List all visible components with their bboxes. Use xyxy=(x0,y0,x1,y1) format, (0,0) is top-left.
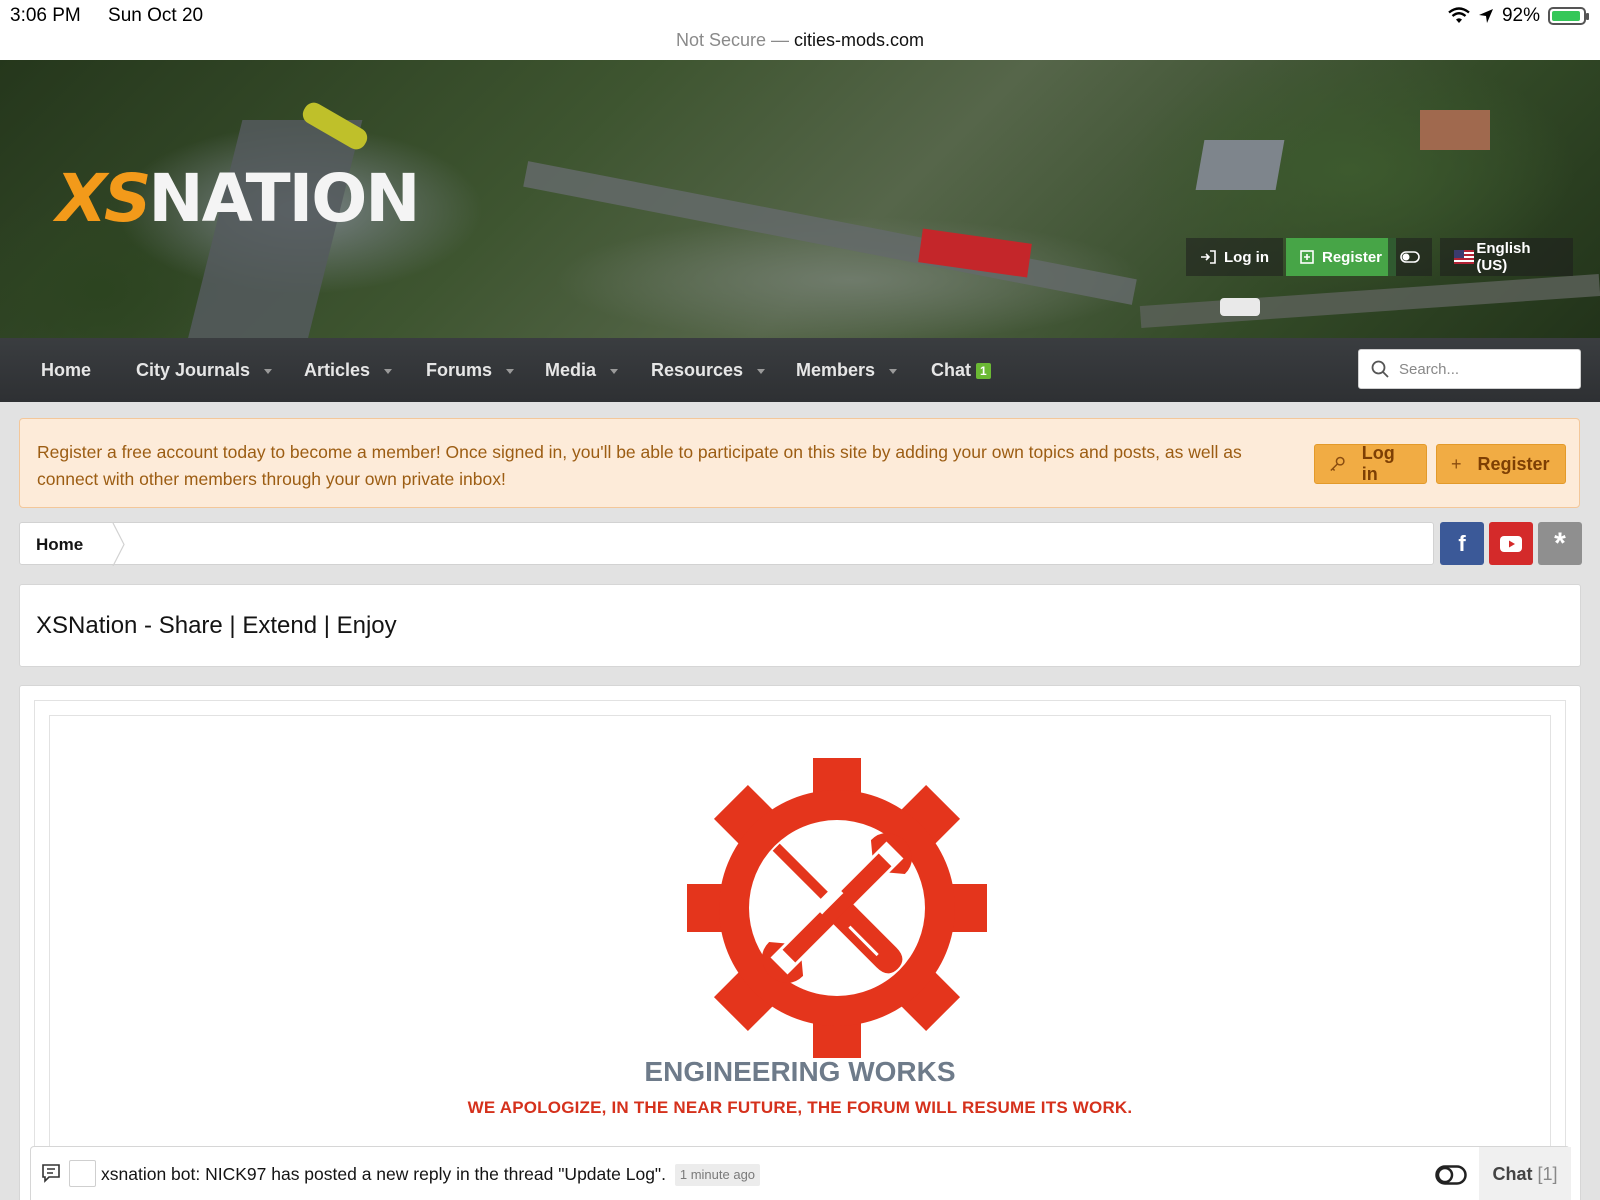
chevron-down-icon[interactable] xyxy=(757,368,766,374)
chevron-down-icon[interactable] xyxy=(889,368,898,374)
toggle-icon[interactable] xyxy=(1435,1165,1467,1185)
header-login-button[interactable]: Log in xyxy=(1186,238,1283,276)
chat-bubble-icon[interactable] xyxy=(41,1163,61,1183)
main-content: ENGINEERING WORKS WE APOLOGIZE, IN THE N… xyxy=(19,685,1581,1200)
login-arrow-icon xyxy=(1201,250,1216,264)
status-indicators: 92% xyxy=(1448,5,1589,27)
nav-articles-label: Articles xyxy=(304,360,371,380)
wifi-icon xyxy=(1448,7,1470,23)
nav-chat[interactable]: Chat 1 xyxy=(931,338,991,402)
breadcrumb-separator xyxy=(112,523,125,566)
nav-city-journals[interactable]: City Journals xyxy=(136,338,273,402)
battery-icon xyxy=(1548,7,1589,25)
nav-media-label: Media xyxy=(545,360,597,380)
status-date: Sun Oct 20 xyxy=(108,5,204,26)
nav-forums[interactable]: Forums xyxy=(426,338,515,402)
search-input[interactable] xyxy=(1399,360,1569,378)
nav-media[interactable]: Media xyxy=(545,338,619,402)
nav-city-journals-label: City Journals xyxy=(136,360,251,380)
language-chooser[interactable]: English (US) xyxy=(1440,238,1573,276)
nav-resources-label: Resources xyxy=(651,360,744,380)
facebook-icon: f xyxy=(1458,530,1466,556)
notice-register-label: Register xyxy=(1477,453,1550,474)
gear-tools-icon xyxy=(687,758,987,1058)
nav-members[interactable]: Members xyxy=(796,338,898,402)
youtube-icon xyxy=(1500,535,1522,552)
logo-name: NATION xyxy=(148,160,420,237)
nav-chat-label: Chat xyxy=(931,360,971,380)
plus-square-icon xyxy=(1300,250,1314,264)
page-header: XSNation - Share | Extend | Enjoy xyxy=(19,584,1581,667)
status-time-date: 3:06 PM Sun Oct 20 xyxy=(10,5,225,27)
main-nav: Home City Journals Articles Forums Media… xyxy=(0,338,1600,402)
chevron-down-icon[interactable] xyxy=(506,368,515,374)
search-icon xyxy=(1371,360,1389,378)
chat-count-badge: 1 xyxy=(976,363,991,380)
content-frame: ENGINEERING WORKS WE APOLOGIZE, IN THE N… xyxy=(34,700,1566,1200)
nav-members-label: Members xyxy=(796,360,876,380)
chat-label: Chat xyxy=(1492,1164,1533,1184)
us-flag-icon xyxy=(1454,250,1475,264)
breadcrumb-home[interactable]: Home xyxy=(36,523,83,566)
page-title: XSNation - Share | Extend | Enjoy xyxy=(36,612,397,639)
logo-prefix: XS xyxy=(56,160,151,237)
chat-timestamp: 1 minute ago xyxy=(674,1164,761,1187)
chat-message-text: xsnation bot: NICK97 has posted a new re… xyxy=(101,1164,666,1184)
plus-icon: + xyxy=(1451,453,1462,474)
site-logo[interactable]: XSNATION xyxy=(56,160,421,237)
chat-message[interactable]: xsnation bot: NICK97 has posted a new re… xyxy=(101,1147,761,1200)
register-notice: Register a free account today to become … xyxy=(19,418,1580,508)
notice-text: Register a free account today to become … xyxy=(37,442,1242,489)
youtube-button[interactable] xyxy=(1489,522,1533,565)
key-icon xyxy=(1330,456,1345,472)
url-host: cities-mods.com xyxy=(794,30,925,50)
breadcrumb: Home xyxy=(19,522,1434,566)
status-time: 3:06 PM xyxy=(10,5,81,26)
style-toggle-button[interactable] xyxy=(1388,238,1432,276)
chat-count: [1] xyxy=(1537,1164,1558,1184)
security-label: Not Secure — xyxy=(675,30,789,50)
nav-resources[interactable]: Resources xyxy=(651,338,766,402)
asterisk-icon: * xyxy=(1554,527,1566,560)
nav-articles[interactable]: Articles xyxy=(304,338,393,402)
language-label: English (US) xyxy=(1476,240,1531,274)
notice-login-button[interactable]: Log in xyxy=(1314,443,1427,484)
chevron-down-icon[interactable] xyxy=(610,368,619,374)
asterisk-button[interactable]: * xyxy=(1538,522,1582,565)
facebook-button[interactable]: f xyxy=(1440,522,1484,565)
chevron-down-icon[interactable] xyxy=(264,368,273,374)
header-register-label: Register xyxy=(1322,248,1383,266)
maintenance-subtitle: WE APOLOGIZE, IN THE NEAR FUTURE, THE FO… xyxy=(467,1098,1133,1117)
url-bar[interactable]: Not Secure — cities-mods.com xyxy=(0,30,1600,51)
toggle-icon xyxy=(1400,251,1420,263)
battery-percent: 92% xyxy=(1501,5,1540,26)
chat-checkbox[interactable] xyxy=(69,1160,96,1187)
chevron-down-icon[interactable] xyxy=(384,368,393,374)
chat-bar: xsnation bot: NICK97 has posted a new re… xyxy=(30,1146,1571,1200)
header-banner: XSNATION Log in Register English (US) xyxy=(0,60,1600,338)
header-register-button[interactable]: Register xyxy=(1286,238,1397,276)
nav-home-label: Home xyxy=(41,360,92,380)
search-box[interactable] xyxy=(1358,349,1581,389)
location-arrow-icon xyxy=(1478,9,1493,23)
maintenance-title: ENGINEERING WORKS xyxy=(644,1056,956,1087)
nav-forums-label: Forums xyxy=(426,360,493,380)
status-bar: 3:06 PM Sun Oct 20 92% Not Secure — citi… xyxy=(0,0,1600,60)
notice-register-button[interactable]: + Register xyxy=(1436,444,1566,484)
content-inner: ENGINEERING WORKS WE APOLOGIZE, IN THE N… xyxy=(49,715,1551,1200)
nav-home[interactable]: Home xyxy=(41,338,91,402)
notice-login-label: Log in xyxy=(1361,443,1395,484)
header-login-label: Log in xyxy=(1224,248,1269,266)
chat-open-button[interactable]: Chat [1] xyxy=(1479,1147,1571,1200)
